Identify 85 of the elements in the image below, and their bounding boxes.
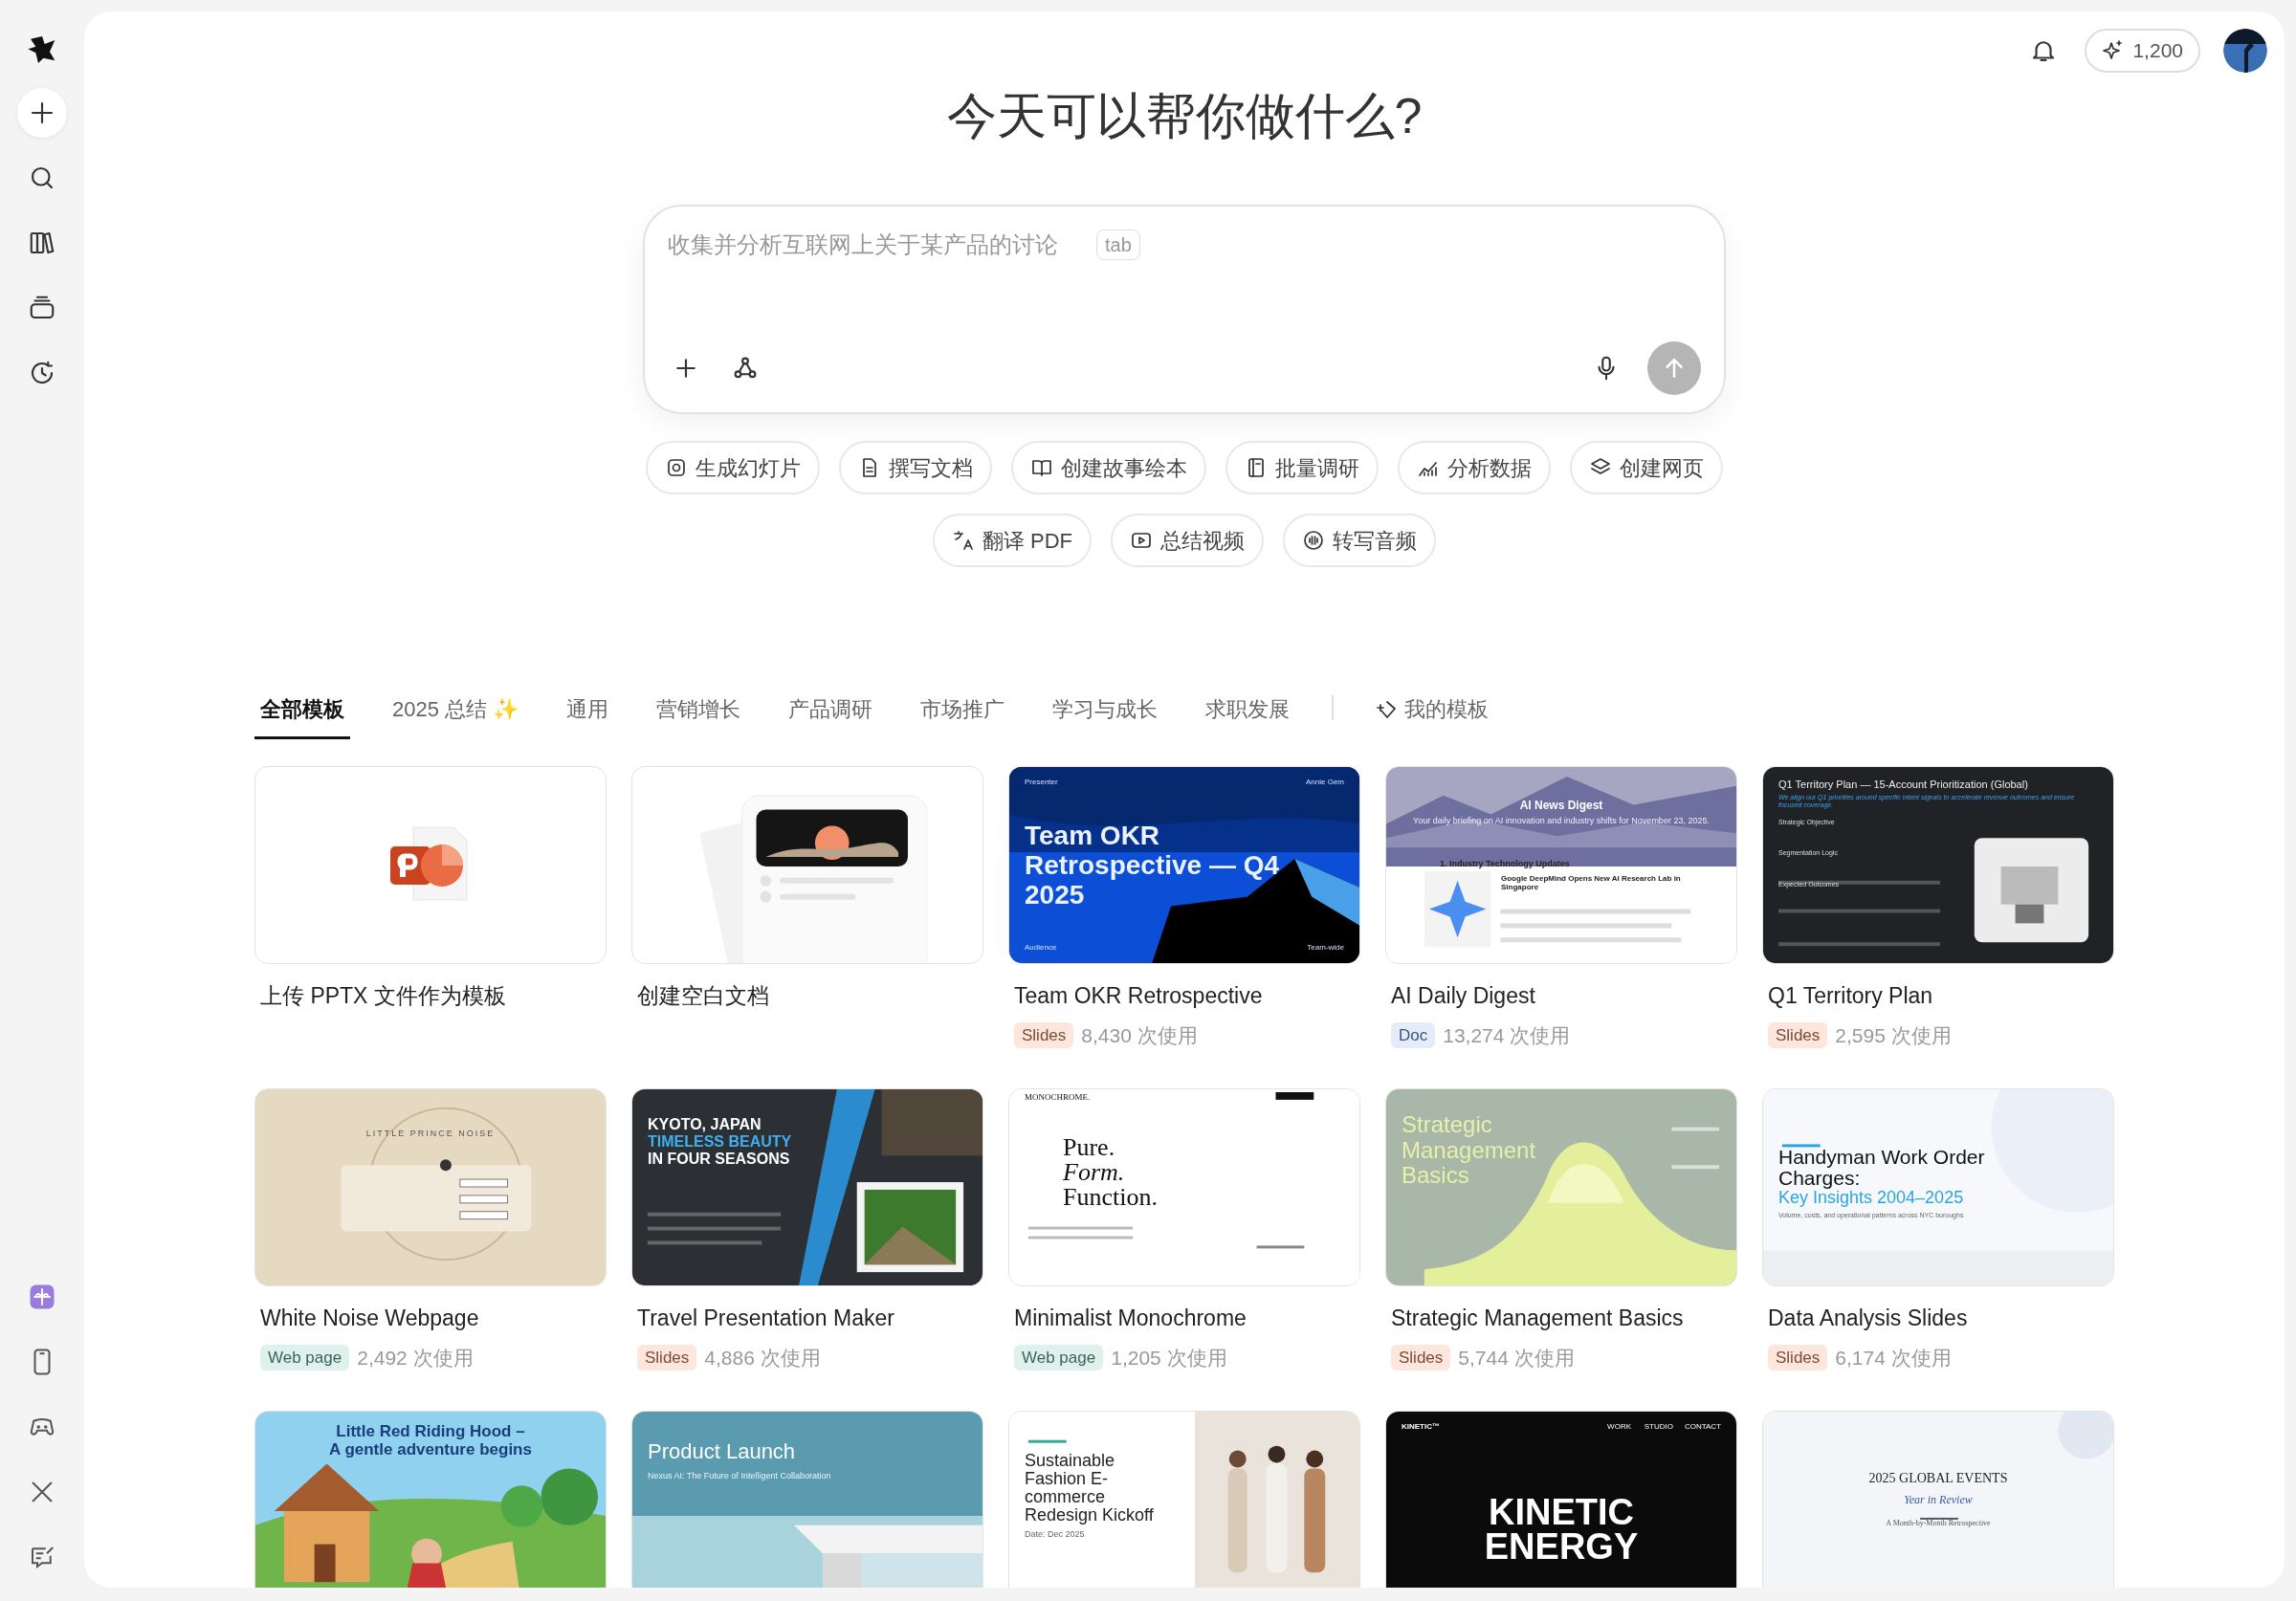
template-title: Travel Presentation Maker xyxy=(637,1305,895,1333)
action-chip[interactable]: 创建网页 xyxy=(1570,441,1723,495)
action-chip[interactable]: 翻译 PDF xyxy=(932,514,1093,568)
plus-button[interactable] xyxy=(17,88,67,138)
template-tab[interactable]: 营销增长 xyxy=(651,693,747,740)
slide-subtitle: Nexus AI: The Future of Intelligent Collaboration xyxy=(648,1471,831,1481)
usage-count: 2,595 次使用 xyxy=(1835,1022,1952,1048)
translate-icon xyxy=(951,529,975,553)
hero-title: Function. xyxy=(1063,1185,1158,1211)
slide-title: Sustainable Fashion E-commerce Redesign Kickoff xyxy=(1025,1452,1155,1524)
site-logo: KINETIC™ xyxy=(1402,1423,1440,1433)
template-type-tag: Slides xyxy=(1768,1021,1828,1049)
tab-hint: tab xyxy=(1096,230,1140,261)
usage-count: 6,174 次使用 xyxy=(1835,1345,1952,1371)
template-title: 上传 PPTX 文件作为模板 xyxy=(260,982,507,1011)
template-type-tag: Slides xyxy=(1768,1344,1828,1371)
slide-title: Strategic Management Basics xyxy=(1402,1112,1537,1189)
page-heading: 今天可以帮你做什么? xyxy=(945,87,1424,145)
hero-title: Pure. xyxy=(1063,1135,1115,1161)
action-chip[interactable]: 生成幻灯片 xyxy=(646,441,820,495)
doc-title: AI News Digest xyxy=(1519,800,1603,813)
template-title: AI Daily Digest xyxy=(1391,982,1536,1011)
template-type-tag: Web page xyxy=(1014,1344,1104,1371)
slide-subtitle: Year in Review xyxy=(1904,1493,1973,1506)
template-type-tag: Web page xyxy=(260,1344,350,1371)
template-thumbnail[interactable] xyxy=(254,766,607,965)
template-type-tag: Slides xyxy=(1391,1344,1451,1371)
template-title: 创建空白文档 xyxy=(637,982,770,1011)
thumb-caption: Annie Gem xyxy=(1305,779,1344,788)
thumb-caption: Audience xyxy=(1025,943,1057,953)
slide-caption: A Month-by-Month Retrospective xyxy=(1886,1519,1991,1528)
slide-title: Handyman Work Order Charges: xyxy=(1778,1147,1986,1190)
template-tab[interactable]: 我的模板 xyxy=(1370,693,1495,740)
credits-button[interactable]: 1,200 xyxy=(2085,29,2200,73)
action-chip[interactable]: 创建故事绘本 xyxy=(1011,441,1206,495)
thumb-caption: Presenter xyxy=(1025,779,1058,788)
slide-title: IN FOUR SEASONS xyxy=(648,1150,790,1168)
template-tab[interactable]: 学习与成长 xyxy=(1047,693,1164,740)
slide-title: TIMELESS BEAUTY xyxy=(648,1133,792,1151)
book-title: A gentle adventure begins xyxy=(329,1441,532,1459)
template-title: White Noise Webpage xyxy=(260,1305,480,1333)
slide-subtitle: Key Insights 2004–2025 xyxy=(1778,1189,1964,1209)
hero-title: KINETIC ENERGY xyxy=(1483,1495,1640,1565)
slide-title: Team OKR Retrospective — Q4 2025 xyxy=(1025,822,1281,910)
site-title: LITTLE PRINCE NOISE xyxy=(365,1129,496,1140)
article-title: Google DeepMind Opens New AI Research Lab in Singapore xyxy=(1501,875,1682,892)
template-title: Data Analysis Slides xyxy=(1768,1305,1969,1333)
slide-title: Q1 Territory Plan — 15-Account Prioritization (Global) xyxy=(1778,779,2028,791)
usage-count: 8,430 次使用 xyxy=(1081,1022,1198,1048)
template-type-tag: Doc xyxy=(1391,1021,1436,1049)
template-title: Minimalist Monochrome xyxy=(1014,1305,1247,1333)
template-type-tag: Slides xyxy=(1014,1021,1074,1049)
usage-count: 13,274 次使用 xyxy=(1443,1022,1571,1048)
template-tab[interactable]: 全部模板 xyxy=(254,693,350,740)
template-title: Strategic Management Basics xyxy=(1391,1305,1685,1333)
action-chip[interactable]: 撰写文档 xyxy=(839,441,992,495)
usage-count: 4,886 次使用 xyxy=(704,1345,821,1371)
book-title: Little Red Riding Hood – xyxy=(336,1423,525,1442)
usage-count: 1,205 次使用 xyxy=(1111,1345,1227,1371)
waveform-icon xyxy=(1302,529,1326,553)
template-tab[interactable]: 求职发展 xyxy=(1200,693,1296,740)
doc-subtitle: Your daily briefing on AI innovation and industry shifts for November 23, 2025. xyxy=(1413,816,1710,826)
usage-count: 5,744 次使用 xyxy=(1458,1345,1575,1371)
template-tab[interactable]: 产品调研 xyxy=(783,693,879,740)
section-heading: 1. Industry Technology Updates xyxy=(1440,860,1570,870)
site-logo: MONOCHROME. xyxy=(1025,1093,1091,1104)
slide-title: KYOTO, JAPAN xyxy=(648,1116,762,1133)
avatar[interactable] xyxy=(2223,29,2267,73)
usage-count: 2,492 次使用 xyxy=(357,1345,474,1371)
slide-title: 2025 GLOBAL EVENTS xyxy=(1868,1471,2008,1486)
template-tab[interactable]: 市场推广 xyxy=(915,693,1011,740)
thumb-caption: Team-wide xyxy=(1307,943,1344,953)
template-tab[interactable]: 通用 xyxy=(561,693,615,740)
action-chip[interactable]: 转写音频 xyxy=(1283,514,1437,568)
slide-title: Product Launch xyxy=(648,1440,796,1464)
action-chip[interactable]: 批量调研 xyxy=(1225,441,1379,495)
slide-caption: Date: Dec 2025 xyxy=(1025,1529,1085,1540)
template-tab[interactable]: 2025 总结 ✨ xyxy=(386,693,525,740)
action-chip[interactable]: 分析数据 xyxy=(1398,441,1551,495)
gift-icon xyxy=(28,1283,56,1311)
hero-title: Form. xyxy=(1063,1160,1125,1186)
template-type-tag: Slides xyxy=(637,1344,697,1371)
template-title: Team OKR Retrospective xyxy=(1014,982,1264,1011)
action-chip[interactable]: 总结视频 xyxy=(1111,514,1265,568)
template-title: Q1 Territory Plan xyxy=(1768,982,1934,1011)
